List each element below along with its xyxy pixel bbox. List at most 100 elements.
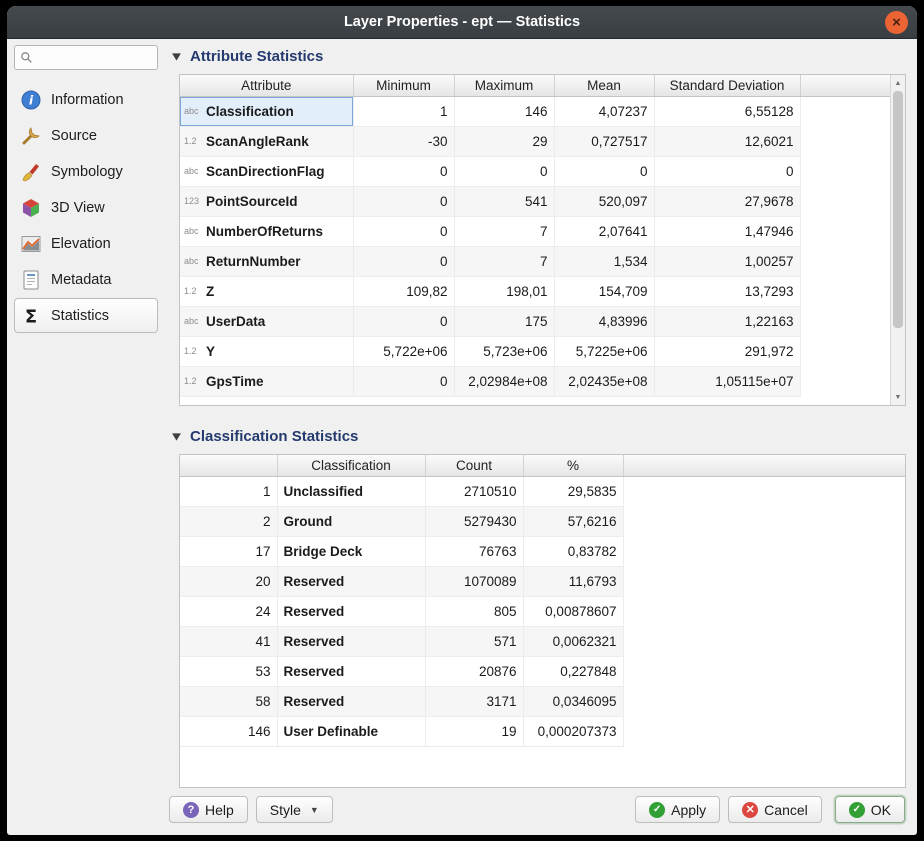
- minimum-cell[interactable]: 1: [353, 96, 454, 126]
- class-name-cell[interactable]: Reserved: [277, 596, 425, 626]
- attribute-name-cell[interactable]: 1.2Y: [180, 336, 353, 366]
- sidebar-item-metadata[interactable]: Metadata: [14, 262, 158, 297]
- maximum-cell[interactable]: 0: [454, 156, 554, 186]
- attribute-column-header[interactable]: Mean: [554, 75, 654, 96]
- apply-button[interactable]: ✓ Apply: [635, 796, 720, 823]
- maximum-cell[interactable]: 541: [454, 186, 554, 216]
- search-input[interactable]: [37, 50, 152, 65]
- minimum-cell[interactable]: 109,82: [353, 276, 454, 306]
- classification-row-41[interactable]: 41Reserved5710,0062321: [180, 626, 905, 656]
- mean-cell[interactable]: 5,7225e+06: [554, 336, 654, 366]
- class-code-cell[interactable]: 53: [180, 656, 277, 686]
- attribute-name-cell[interactable]: abcReturnNumber: [180, 246, 353, 276]
- maximum-cell[interactable]: 2,02984e+08: [454, 366, 554, 396]
- class-name-cell[interactable]: Reserved: [277, 686, 425, 716]
- class-count-cell[interactable]: 805: [425, 596, 523, 626]
- stddev-cell[interactable]: 291,972: [654, 336, 800, 366]
- minimum-cell[interactable]: 0: [353, 246, 454, 276]
- attribute-name-cell[interactable]: 1.2GpsTime: [180, 366, 353, 396]
- attribute-row-classification[interactable]: abcClassification11464,072376,55128: [180, 96, 890, 126]
- stddev-cell[interactable]: 27,9678: [654, 186, 800, 216]
- class-code-cell[interactable]: 58: [180, 686, 277, 716]
- classification-row-2[interactable]: 2Ground527943057,6216: [180, 506, 905, 536]
- class-count-cell[interactable]: 571: [425, 626, 523, 656]
- mean-cell[interactable]: 1,534: [554, 246, 654, 276]
- classification-row-53[interactable]: 53Reserved208760,227848: [180, 656, 905, 686]
- class-count-cell[interactable]: 1070089: [425, 566, 523, 596]
- minimum-cell[interactable]: 0: [353, 306, 454, 336]
- sidebar-item-symbology[interactable]: Symbology: [14, 154, 158, 189]
- minimum-cell[interactable]: 0: [353, 216, 454, 246]
- class-code-cell[interactable]: 24: [180, 596, 277, 626]
- sidebar-item-source[interactable]: Source: [14, 118, 158, 153]
- attribute-column-header[interactable]: Minimum: [353, 75, 454, 96]
- stddev-cell[interactable]: 12,6021: [654, 126, 800, 156]
- maximum-cell[interactable]: 175: [454, 306, 554, 336]
- minimum-cell[interactable]: -30: [353, 126, 454, 156]
- classification-row-17[interactable]: 17Bridge Deck767630,83782: [180, 536, 905, 566]
- class-name-cell[interactable]: Reserved: [277, 626, 425, 656]
- minimum-cell[interactable]: 0: [353, 156, 454, 186]
- classification-row-20[interactable]: 20Reserved107008911,6793: [180, 566, 905, 596]
- attribute-name-cell[interactable]: abcUserData: [180, 306, 353, 336]
- mean-cell[interactable]: 4,07237: [554, 96, 654, 126]
- collapse-arrow-icon[interactable]: [171, 431, 182, 442]
- maximum-cell[interactable]: 146: [454, 96, 554, 126]
- class-percent-cell[interactable]: 0,227848: [523, 656, 623, 686]
- maximum-cell[interactable]: 29: [454, 126, 554, 156]
- class-count-cell[interactable]: 5279430: [425, 506, 523, 536]
- class-percent-cell[interactable]: 0,0062321: [523, 626, 623, 656]
- class-code-cell[interactable]: 146: [180, 716, 277, 746]
- class-code-cell[interactable]: 17: [180, 536, 277, 566]
- class-percent-cell[interactable]: 11,6793: [523, 566, 623, 596]
- class-name-cell[interactable]: User Definable: [277, 716, 425, 746]
- class-percent-cell[interactable]: 0,0346095: [523, 686, 623, 716]
- mean-cell[interactable]: 520,097: [554, 186, 654, 216]
- class-percent-cell[interactable]: 0,000207373: [523, 716, 623, 746]
- sidebar-item-elevation[interactable]: Elevation: [14, 226, 158, 261]
- attribute-row-scananglerank[interactable]: 1.2ScanAngleRank-30290,72751712,6021: [180, 126, 890, 156]
- attribute-column-header[interactable]: Maximum: [454, 75, 554, 96]
- attribute-column-header[interactable]: Attribute: [180, 75, 353, 96]
- scroll-down-icon[interactable]: ▼: [891, 390, 905, 404]
- attribute-column-header[interactable]: Standard Deviation: [654, 75, 800, 96]
- class-name-cell[interactable]: Ground: [277, 506, 425, 536]
- maximum-cell[interactable]: 5,723e+06: [454, 336, 554, 366]
- sidebar-item-statistics[interactable]: ΣStatistics: [14, 298, 158, 333]
- attribute-row-userdata[interactable]: abcUserData01754,839961,22163: [180, 306, 890, 336]
- class-percent-cell[interactable]: 0,83782: [523, 536, 623, 566]
- maximum-cell[interactable]: 198,01: [454, 276, 554, 306]
- stddev-cell[interactable]: 13,7293: [654, 276, 800, 306]
- attribute-name-cell[interactable]: 1.2Z: [180, 276, 353, 306]
- attribute-row-pointsourceid[interactable]: 123PointSourceId0541520,09727,9678: [180, 186, 890, 216]
- scroll-up-icon[interactable]: ▲: [891, 76, 905, 90]
- minimum-cell[interactable]: 5,722e+06: [353, 336, 454, 366]
- attribute-row-returnnumber[interactable]: abcReturnNumber071,5341,00257: [180, 246, 890, 276]
- sidebar-search[interactable]: [14, 45, 158, 70]
- class-name-cell[interactable]: Bridge Deck: [277, 536, 425, 566]
- mean-cell[interactable]: 2,02435e+08: [554, 366, 654, 396]
- maximum-cell[interactable]: 7: [454, 246, 554, 276]
- classification-column-header[interactable]: Classification: [277, 455, 425, 476]
- attribute-row-gpstime[interactable]: 1.2GpsTime02,02984e+082,02435e+081,05115…: [180, 366, 890, 396]
- attribute-name-cell[interactable]: abcScanDirectionFlag: [180, 156, 353, 186]
- cancel-button[interactable]: ✕ Cancel: [728, 796, 822, 823]
- attribute-row-z[interactable]: 1.2Z109,82198,01154,70913,7293: [180, 276, 890, 306]
- mean-cell[interactable]: 0,727517: [554, 126, 654, 156]
- classification-column-header[interactable]: Count: [425, 455, 523, 476]
- class-name-cell[interactable]: Reserved: [277, 656, 425, 686]
- classification-statistics-table[interactable]: ClassificationCount% 1Unclassified271051…: [179, 454, 906, 788]
- titlebar[interactable]: Layer Properties - ept — Statistics ×: [7, 6, 917, 39]
- classification-row-58[interactable]: 58Reserved31710,0346095: [180, 686, 905, 716]
- sidebar-item-3d-view[interactable]: 3D View: [14, 190, 158, 225]
- attribute-name-cell[interactable]: abcClassification: [180, 96, 353, 126]
- class-count-cell[interactable]: 76763: [425, 536, 523, 566]
- class-code-cell[interactable]: 2: [180, 506, 277, 536]
- maximum-cell[interactable]: 7: [454, 216, 554, 246]
- classification-statistics-header[interactable]: Classification Statistics: [171, 428, 907, 445]
- attribute-statistics-header[interactable]: Attribute Statistics: [171, 48, 907, 65]
- class-count-cell[interactable]: 20876: [425, 656, 523, 686]
- stddev-cell[interactable]: 1,00257: [654, 246, 800, 276]
- attribute-row-numberofreturns[interactable]: abcNumberOfReturns072,076411,47946: [180, 216, 890, 246]
- mean-cell[interactable]: 0: [554, 156, 654, 186]
